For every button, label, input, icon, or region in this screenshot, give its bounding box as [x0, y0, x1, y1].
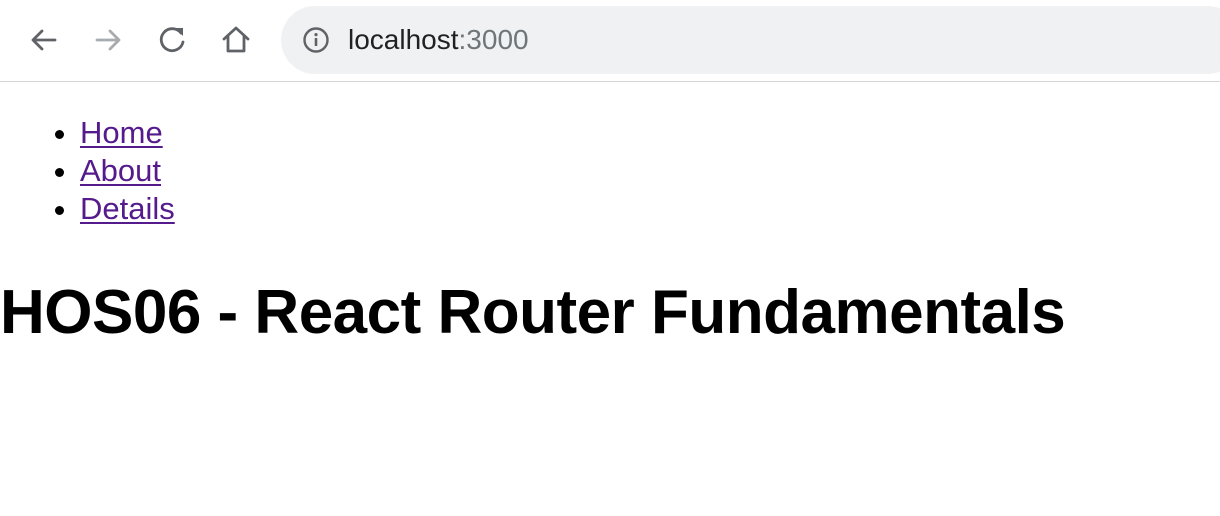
details-link[interactable]: Details	[80, 191, 175, 226]
url-port: :3000	[458, 24, 529, 55]
list-item: Home	[80, 114, 175, 152]
home-link[interactable]: Home	[80, 115, 163, 150]
list-item: About	[80, 152, 175, 190]
url-host: localhost	[348, 24, 459, 55]
arrow-right-icon	[95, 29, 121, 51]
browser-toolbar: localhost:3000	[0, 0, 1220, 82]
forward-button[interactable]	[88, 20, 128, 60]
nav-links: Home About Details	[0, 114, 175, 228]
reload-button[interactable]	[152, 20, 192, 60]
page-title: HOS06 - React Router Fundamentals	[0, 278, 1066, 347]
address-bar[interactable]: localhost:3000	[281, 6, 1220, 74]
about-link[interactable]: About	[80, 153, 161, 188]
home-icon	[222, 26, 250, 53]
home-button[interactable]	[216, 20, 256, 60]
url-text[interactable]: localhost:3000	[348, 23, 529, 57]
reload-icon	[159, 27, 185, 52]
info-circle-icon[interactable]	[302, 26, 330, 54]
back-button[interactable]	[24, 20, 64, 60]
list-item: Details	[80, 190, 175, 228]
arrow-left-icon	[31, 29, 57, 51]
